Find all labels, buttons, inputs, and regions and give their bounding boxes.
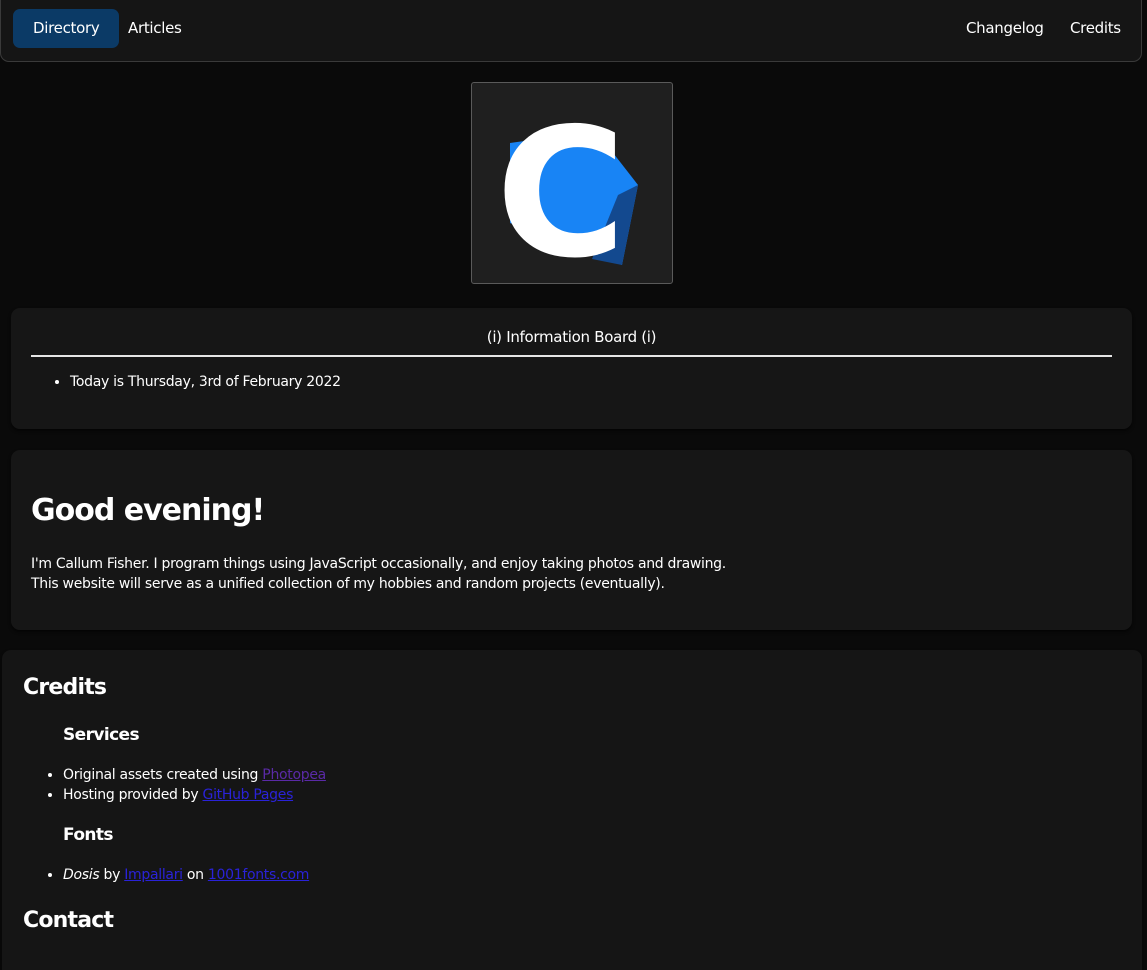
contact-title: Contact	[23, 908, 114, 933]
credits-title: Credits	[23, 675, 107, 700]
list-item: Dosis by Impallari on 1001fonts.com	[63, 865, 309, 885]
nav-directory[interactable]: Directory	[13, 9, 120, 48]
font-by-text: by	[99, 867, 125, 883]
nav-credits[interactable]: Credits	[1050, 9, 1141, 48]
service-text: Original assets created using	[63, 767, 263, 783]
list-item: Original assets created using Photopea	[63, 765, 326, 785]
logo-icon: C	[496, 90, 638, 297]
github-pages-link[interactable]: GitHub Pages	[203, 787, 294, 803]
information-list: Today is Thursday, 3rd of February 2022	[51, 374, 341, 390]
1001fonts-link[interactable]: 1001fonts.com	[208, 867, 310, 883]
services-title: Services	[63, 725, 140, 745]
services-list: Original assets created using Photopea H…	[44, 765, 326, 805]
list-item: Hosting provided by GitHub Pages	[63, 785, 326, 805]
greeting-line-2: This website will serve as a unified col…	[31, 576, 665, 592]
greeting-panel: Good evening! I'm Callum Fisher. I progr…	[11, 450, 1132, 630]
impallari-link[interactable]: Impallari	[124, 867, 183, 883]
font-on-text: on	[182, 867, 208, 883]
divider	[31, 355, 1112, 357]
nav-articles[interactable]: Articles	[108, 9, 202, 48]
service-text: Hosting provided by	[63, 787, 203, 803]
greeting-line-1: I'm Callum Fisher. I program things usin…	[31, 556, 726, 572]
information-board: (i) Information Board (i) Today is Thurs…	[11, 308, 1132, 429]
site-logo: C	[471, 82, 673, 297]
logo-letter: C	[496, 90, 627, 283]
font-name: Dosis	[63, 867, 100, 883]
fonts-title: Fonts	[63, 825, 114, 845]
greeting-text: I'm Callum Fisher. I program things usin…	[31, 554, 726, 594]
credits-section: Credits Services Original assets created…	[2, 650, 1142, 970]
greeting-title: Good evening!	[31, 493, 265, 528]
photopea-link[interactable]: Photopea	[262, 767, 326, 783]
nav-changelog[interactable]: Changelog	[946, 9, 1064, 48]
information-board-title: (i) Information Board (i)	[486, 328, 657, 346]
list-item: Today is Thursday, 3rd of February 2022	[70, 374, 341, 390]
top-nav: Directory Articles Changelog Credits	[0, 0, 1142, 62]
fonts-list: Dosis by Impallari on 1001fonts.com	[44, 865, 309, 885]
